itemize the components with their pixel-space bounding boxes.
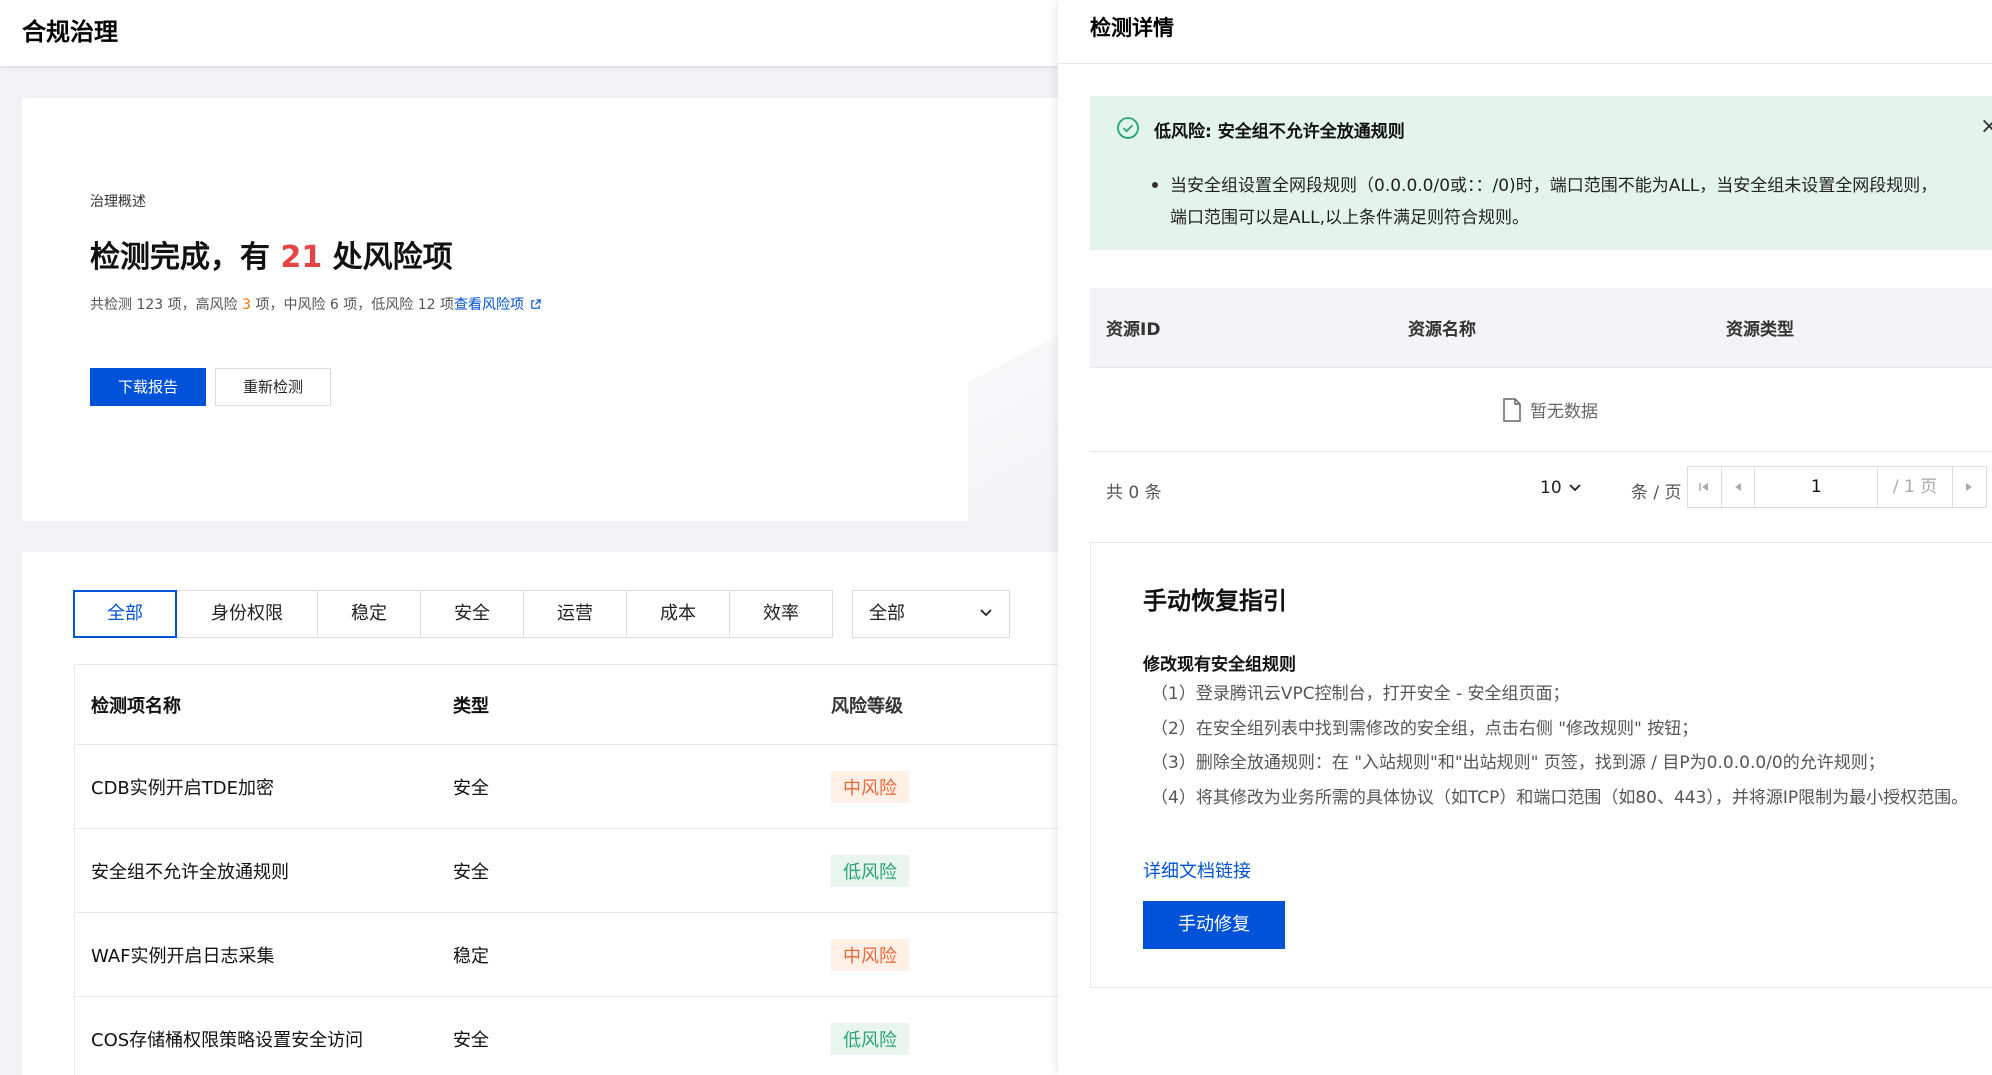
guide-step: （1）登录腾讯云VPC控制台，打开安全 - 安全组页面； xyxy=(1151,684,1570,704)
view-risk-link-label: 查看风险项 xyxy=(453,297,524,313)
stats-text-b: 项，中风险 6 项，低风险 12 项 xyxy=(251,297,454,313)
guide-title: 手动恢复指引 xyxy=(1143,587,1287,615)
first-page-icon[interactable] xyxy=(1688,467,1722,507)
headline-prefix: 检测完成，有 xyxy=(90,240,281,275)
page-size-select[interactable]: 10 xyxy=(1540,478,1582,498)
stats-text-a: 共检测 123 项，高风险 xyxy=(90,297,243,313)
overview-card: 治理概述 检测完成，有 21 处风险项 共检测 123 项，高风险 3 项，中风… xyxy=(22,98,1058,521)
download-report-button[interactable]: 下载报告 xyxy=(90,368,206,406)
resource-table: 资源ID 资源名称 资源类型 暂无数据 xyxy=(1090,288,1992,452)
table-header: 检测项名称 类型 风险等级 xyxy=(75,665,1058,745)
tab-operations[interactable]: 运营 xyxy=(523,590,627,638)
risk-alert: 低风险: 安全组不允许全放通规则 × 当安全组设置全网段规则（0.0.0.0/0… xyxy=(1090,96,1992,250)
bullet-dot xyxy=(1152,182,1158,188)
document-icon xyxy=(1503,397,1521,422)
chevron-down-icon xyxy=(1569,484,1581,492)
page-number-input[interactable]: 1 xyxy=(1755,467,1879,507)
guide-steps: （1）登录腾讯云VPC控制台，打开安全 - 安全组页面； （2）在安全组列表中找… xyxy=(1143,677,1983,815)
detail-drawer: 检测详情 低风险: 安全组不允许全放通规则 × 当安全组设置全网段规则（0.0.… xyxy=(1058,0,1992,1075)
view-risk-link[interactable]: 查看风险项 xyxy=(454,297,541,313)
tab-security[interactable]: 安全 xyxy=(420,590,524,638)
drawer-header: 检测详情 xyxy=(1058,0,1992,64)
tab-cost[interactable]: 成本 xyxy=(626,590,730,638)
drawer-title: 检测详情 xyxy=(1090,16,1174,40)
recheck-button[interactable]: 重新检测 xyxy=(215,368,331,406)
pagination: 共 0 条 10 条 / 页 1 / 1 页 xyxy=(1090,452,1992,524)
guide-subtitle: 修改现有安全组规则 xyxy=(1143,655,1296,675)
risk-badge: 低风险 xyxy=(831,1022,909,1055)
check-item-name: CDB实例开启TDE加密 xyxy=(91,777,275,799)
select-value: 全部 xyxy=(869,603,905,624)
column-header-resource-type: 资源类型 xyxy=(1726,320,1794,340)
check-item-type: 安全 xyxy=(453,1029,489,1051)
risk-badge: 中风险 xyxy=(831,938,909,971)
alert-description: 当安全组设置全网段规则（0.0.0.0/0或：：/0)时，端口范围不能为ALL，… xyxy=(1170,176,1938,228)
check-item-type: 安全 xyxy=(453,777,489,799)
check-list-card: 全部 身份权限 稳定 安全 运营 成本 效率 全部 检测项名称 类型 风险等级 … xyxy=(22,552,1058,1075)
alert-title: 低风险: 安全组不允许全放通规则 xyxy=(1154,122,1405,142)
pagination-total: 共 0 条 xyxy=(1106,483,1162,503)
empty-text: 暂无数据 xyxy=(1530,402,1598,422)
headline-suffix: 处风险项 xyxy=(322,240,453,275)
guide-step: （4）将其修改为业务所需的具体协议（如TCP）和端口范围（如80、443），并将… xyxy=(1151,787,1969,808)
external-link-icon xyxy=(531,299,541,309)
resource-table-header: 资源ID 资源名称 资源类型 xyxy=(1090,288,1992,368)
high-risk-count: 3 xyxy=(242,297,251,313)
guide-step: （2）在安全组列表中找到需修改的安全组，点击右侧 "修改规则" 按钮； xyxy=(1151,718,1699,739)
chevron-down-icon xyxy=(980,609,992,617)
recovery-guide-card: 手动恢复指引 修改现有安全组规则 （1）登录腾讯云VPC控制台，打开安全 - 安… xyxy=(1090,542,1992,988)
risk-badge: 低风险 xyxy=(831,854,909,887)
guide-step: （3）删除全放通规则：在 "入站规则"和"出站规则" 页签，找到源 / 目P为0… xyxy=(1151,753,1885,773)
check-item-type: 稳定 xyxy=(453,945,489,967)
decorative-shape xyxy=(968,313,1058,521)
tab-identity[interactable]: 身份权限 xyxy=(176,590,318,638)
check-circle-icon xyxy=(1117,117,1139,139)
overview-stats: 共检测 123 项，高风险 3 项，中风险 6 项，低风险 12 项查看风险项 xyxy=(90,294,541,314)
check-item-name: WAF实例开启日志采集 xyxy=(91,945,275,967)
column-header-resource-id: 资源ID xyxy=(1106,320,1161,340)
manual-fix-button[interactable]: 手动修复 xyxy=(1143,901,1285,949)
doc-link[interactable]: 详细文档链接 xyxy=(1143,857,1251,883)
next-page-icon[interactable] xyxy=(1953,467,1986,507)
tab-all[interactable]: 全部 xyxy=(73,590,177,638)
risk-count: 21 xyxy=(280,240,323,275)
table-row[interactable]: WAF实例开启日志采集 稳定 中风险 xyxy=(75,913,1058,997)
column-header-risk: 风险等级 xyxy=(831,695,903,717)
check-item-name: 安全组不允许全放通规则 xyxy=(91,861,289,883)
page-header: 合规治理 xyxy=(0,0,1058,66)
column-header-type: 类型 xyxy=(453,695,489,717)
check-items-table: 检测项名称 类型 风险等级 CDB实例开启TDE加密 安全 中风险 安全组不允许… xyxy=(74,664,1058,1075)
tab-stability[interactable]: 稳定 xyxy=(317,590,421,638)
check-item-name: COS存储桶权限策略设置安全访问 xyxy=(91,1029,364,1051)
close-icon[interactable]: × xyxy=(1980,114,1992,139)
risk-filter-select[interactable]: 全部 xyxy=(852,590,1010,638)
total-pages: / 1 页 xyxy=(1878,467,1953,507)
empty-state: 暂无数据 xyxy=(1090,368,1992,452)
check-item-type: 安全 xyxy=(453,861,489,883)
table-row[interactable]: 安全组不允许全放通规则 安全 低风险 xyxy=(75,829,1058,913)
column-header-resource-name: 资源名称 xyxy=(1408,320,1476,340)
tab-efficiency[interactable]: 效率 xyxy=(729,590,833,638)
overview-label: 治理概述 xyxy=(90,194,146,210)
page-navigator: 1 / 1 页 xyxy=(1687,466,1987,508)
page-title: 合规治理 xyxy=(22,18,118,46)
risk-badge: 中风险 xyxy=(831,770,909,803)
page-size-value: 10 xyxy=(1540,478,1562,498)
table-row[interactable]: COS存储桶权限策略设置安全访问 安全 低风险 xyxy=(75,997,1058,1075)
overview-headline: 检测完成，有 21 处风险项 xyxy=(90,232,453,276)
category-tabs: 全部 身份权限 稳定 安全 运营 成本 效率 xyxy=(73,590,833,638)
column-header-name: 检测项名称 xyxy=(91,695,181,717)
page-size-unit: 条 / 页 xyxy=(1631,483,1682,503)
table-row[interactable]: CDB实例开启TDE加密 安全 中风险 xyxy=(75,745,1058,829)
prev-page-icon[interactable] xyxy=(1722,467,1756,507)
